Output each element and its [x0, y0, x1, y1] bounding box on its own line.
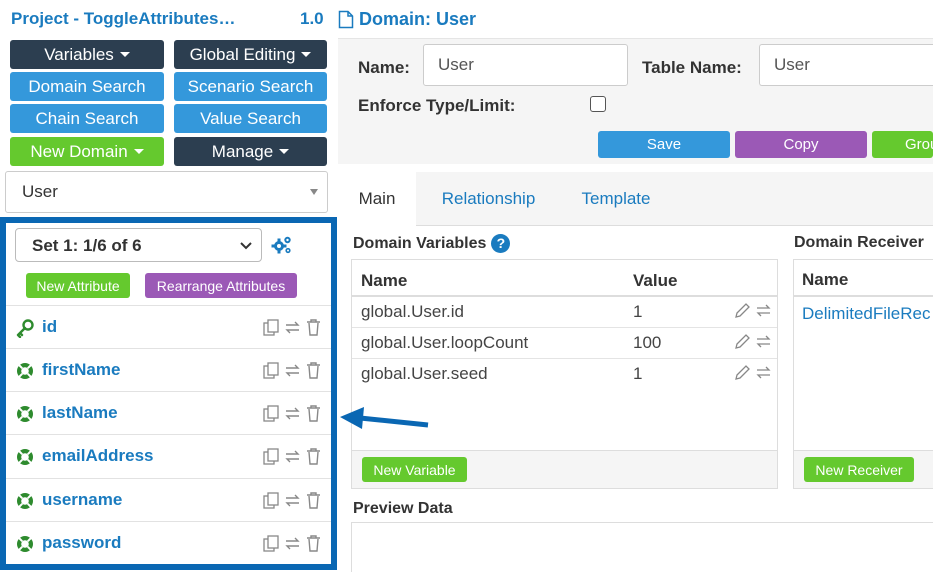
variables-menu-label: Variables — [44, 44, 114, 64]
name-input-value: User — [438, 55, 474, 74]
caret-down-icon — [133, 149, 144, 154]
group-button[interactable]: Grou — [872, 131, 933, 158]
enforce-type-label: Enforce Type/Limit: — [358, 96, 516, 115]
domain-variables-title-text: Domain Variables — [353, 234, 487, 252]
help-icon[interactable]: ? — [491, 234, 511, 253]
domain-receivers-title: Domain Receiver — [794, 234, 924, 252]
project-title[interactable]: Project - ToggleAttributes… — [11, 9, 235, 29]
chain-search-label: Chain Search — [35, 108, 139, 128]
variable-value: 1 — [633, 364, 643, 383]
table-name-label: Table Name: — [642, 58, 742, 77]
row-actions — [734, 302, 772, 319]
variable-name: global.User.seed — [361, 364, 488, 383]
new-receiver-button[interactable]: New Receiver — [804, 457, 914, 482]
variable-name: global.User.loopCount — [361, 333, 529, 352]
domain-variables-table: Name Value global.User.id 1 global.User.… — [351, 259, 778, 489]
global-editing-label: Global Editing — [189, 44, 296, 64]
manage-label: Manage — [211, 141, 274, 161]
variables-menu-button[interactable]: Variables — [10, 40, 164, 69]
swap-icon[interactable] — [755, 302, 772, 319]
pencil-icon[interactable] — [734, 333, 751, 350]
caret-down-icon — [119, 52, 130, 57]
receiver-link[interactable]: DelimitedFileRec — [802, 304, 930, 324]
table-name-input[interactable]: User — [759, 44, 933, 86]
caret-down-icon — [279, 149, 290, 154]
variable-value: 1 — [633, 302, 643, 321]
copy-button[interactable]: Copy — [735, 131, 867, 158]
preview-data-title: Preview Data — [353, 500, 453, 517]
domain-select[interactable]: User — [5, 171, 328, 213]
table-row[interactable]: global.User.id 1 — [352, 297, 777, 328]
document-icon — [338, 10, 354, 29]
header-divider — [794, 295, 933, 297]
domain-title-text: Domain: User — [359, 9, 477, 29]
row-actions — [734, 333, 772, 350]
caret-down-icon — [301, 52, 312, 57]
chain-search-button[interactable]: Chain Search — [10, 104, 164, 133]
column-header-value: Value — [633, 271, 678, 290]
value-search-label: Value Search — [200, 108, 301, 128]
annotation-arrow-icon — [340, 407, 429, 429]
project-header: Project - ToggleAttributes… 1.0 — [0, 0, 338, 38]
domain-title: Domain: User — [338, 9, 476, 30]
domain-search-label: Domain Search — [28, 76, 146, 96]
tab-bar: Main Relationship Template — [338, 172, 933, 226]
enforce-type-checkbox[interactable] — [590, 96, 606, 112]
value-search-button[interactable]: Value Search — [174, 104, 327, 133]
group-label: Grou — [905, 136, 933, 153]
dropdown-arrow-icon — [310, 189, 318, 195]
variable-value: 100 — [633, 333, 662, 352]
swap-icon[interactable] — [755, 364, 772, 381]
pencil-icon[interactable] — [734, 364, 751, 381]
tab-template[interactable]: Template — [568, 172, 664, 226]
attributes-highlight-box — [0, 217, 337, 570]
domain-variables-title: Domain Variables ? — [353, 234, 511, 253]
preview-data-area — [351, 522, 933, 572]
new-variable-label: New Variable — [373, 461, 456, 478]
table-row[interactable]: global.User.loopCount 100 — [352, 328, 777, 359]
pencil-icon[interactable] — [734, 302, 751, 319]
domain-search-button[interactable]: Domain Search — [10, 72, 164, 101]
scenario-search-button[interactable]: Scenario Search — [174, 72, 327, 101]
swap-icon[interactable] — [755, 333, 772, 350]
domain-receivers-title-text: Domain Receiver — [794, 234, 924, 251]
new-domain-label: New Domain — [30, 141, 128, 161]
tab-template-label: Template — [581, 189, 651, 208]
name-label: Name: — [358, 58, 410, 77]
table-name-input-value: User — [774, 55, 810, 74]
row-actions — [734, 364, 772, 381]
domain-select-value: User — [22, 182, 58, 201]
table-footer: New Receiver — [794, 450, 933, 488]
copy-label: Copy — [783, 136, 819, 153]
new-receiver-label: New Receiver — [815, 461, 903, 478]
project-version: 1.0 — [300, 9, 324, 28]
new-variable-button[interactable]: New Variable — [362, 457, 467, 482]
manage-menu-button[interactable]: Manage — [174, 137, 327, 166]
name-input[interactable]: User — [423, 44, 628, 86]
domain-receivers-table: Name DelimitedFileRec New Receiver — [793, 259, 933, 489]
table-row[interactable]: global.User.seed 1 — [352, 359, 777, 390]
tab-main-label: Main — [358, 189, 396, 208]
tab-main[interactable]: Main — [338, 172, 416, 226]
global-editing-menu-button[interactable]: Global Editing — [174, 40, 327, 69]
variable-name: global.User.id — [361, 302, 465, 321]
scenario-search-label: Scenario Search — [187, 76, 314, 96]
save-label: Save — [646, 136, 682, 153]
table-footer: New Variable — [352, 450, 777, 488]
tab-relationship[interactable]: Relationship — [430, 172, 547, 226]
new-domain-button[interactable]: New Domain — [10, 137, 164, 166]
column-header-name: Name — [361, 271, 408, 290]
column-header-name: Name — [802, 270, 849, 289]
tab-relationship-label: Relationship — [441, 189, 536, 208]
save-button[interactable]: Save — [598, 131, 730, 158]
